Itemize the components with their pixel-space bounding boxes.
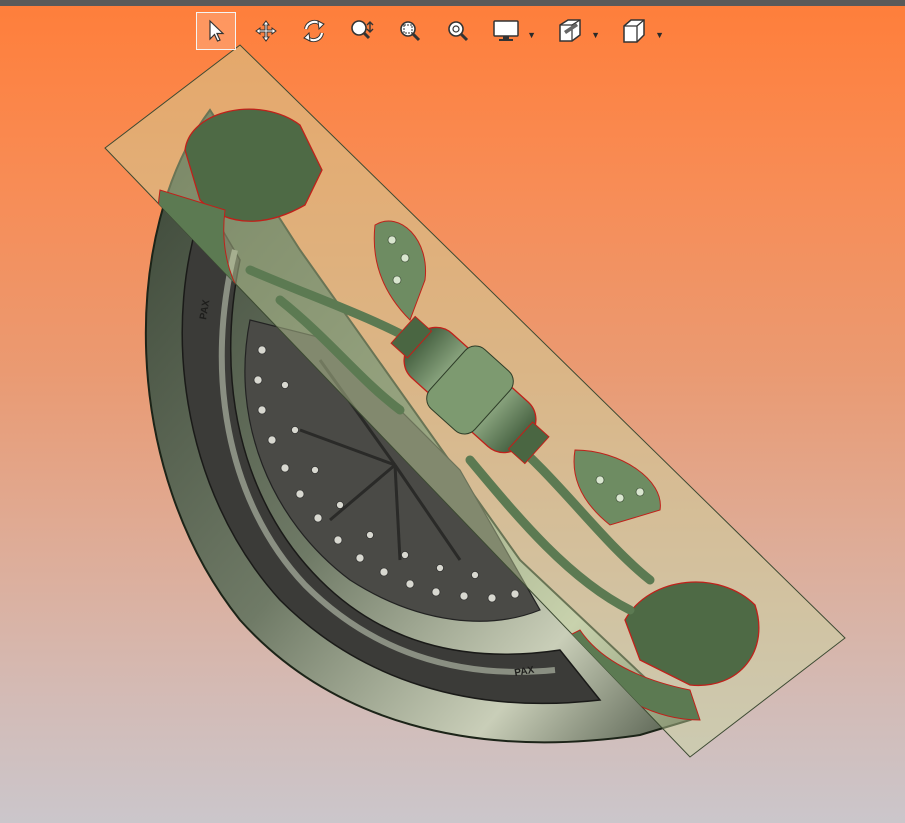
zoom-icon (351, 20, 374, 40)
view-orientation-dropdown[interactable]: ▼ (616, 12, 668, 50)
display-mode-dropdown[interactable]: ▼ (488, 12, 540, 50)
zoom-tool-button[interactable] (344, 12, 380, 50)
cube-icon (623, 19, 645, 43)
pan-tool-button[interactable] (248, 12, 284, 50)
zoom-window-tool-button[interactable] (392, 12, 428, 50)
monitor-icon (493, 20, 519, 41)
section-view-dropdown[interactable]: ▼ (552, 12, 604, 50)
chevron-down-icon: ▼ (527, 30, 536, 40)
zoom-window-icon (400, 21, 421, 42)
viewer-toolbar: ▼ ▼ ▼ (196, 10, 680, 52)
chevron-down-icon: ▼ (591, 30, 600, 40)
select-arrow-icon (209, 19, 225, 42)
section-box-icon (559, 19, 581, 42)
rotate-tool-button[interactable] (296, 12, 332, 50)
zoom-fit-icon (448, 21, 469, 42)
pan-icon (255, 20, 277, 42)
rotate-icon (303, 19, 325, 43)
chevron-down-icon: ▼ (655, 30, 664, 40)
3d-viewport[interactable]: PAX PAX (0, 0, 905, 823)
zoom-fit-tool-button[interactable] (440, 12, 476, 50)
select-tool-button[interactable] (196, 12, 236, 50)
